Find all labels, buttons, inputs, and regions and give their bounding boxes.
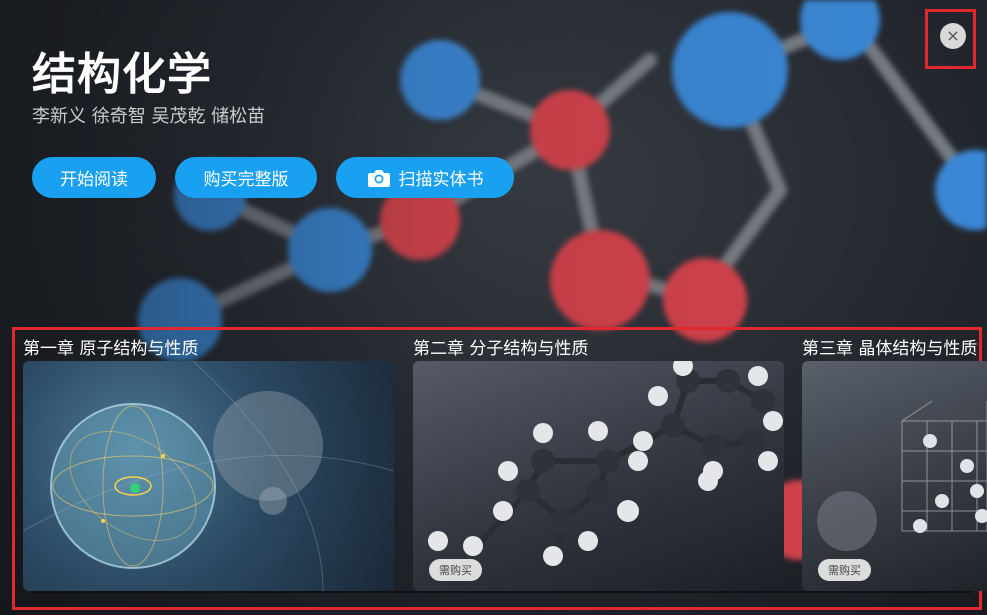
chapter-title: 第二章 分子结构与性质 [413, 339, 589, 359]
book-title: 结构化学 [32, 49, 212, 100]
start-reading-button[interactable]: 开始阅读 [32, 157, 156, 198]
atom-illustration [23, 361, 394, 591]
purchase-required-badge[interactable]: 需购买 [818, 559, 871, 581]
chapter-title: 第一章 原子结构与性质 [23, 339, 199, 359]
chapter-item-2[interactable]: 第二章 分子结构与性质 需购买 [413, 334, 784, 591]
crystal-illustration [817, 400, 987, 551]
chapter-item-1[interactable]: 第一章 原子结构与性质 [23, 334, 394, 591]
chapter-cover[interactable]: 需购买 [413, 361, 784, 591]
buy-full-version-label: 购买完整版 [203, 170, 289, 190]
camera-icon [367, 168, 391, 188]
close-button[interactable]: × [940, 23, 966, 49]
chapter-item-3[interactable]: 第三章 晶体结构与性质 需购买 [802, 334, 987, 591]
buy-full-version-button[interactable]: 购买完整版 [175, 157, 317, 198]
scan-physical-book-label: 扫描实体书 [398, 170, 484, 190]
purchase-required-badge[interactable]: 需购买 [429, 559, 482, 581]
start-reading-label: 开始阅读 [60, 170, 128, 190]
close-icon: × [946, 26, 960, 45]
chapter-title: 第三章 晶体结构与性质 [802, 339, 978, 359]
scan-physical-book-button[interactable]: 扫描实体书 [336, 157, 514, 198]
chapter-cover[interactable] [23, 361, 394, 591]
chapters-scrollbar[interactable] [32, 591, 972, 593]
chapter-cover[interactable]: 需购买 [802, 361, 987, 591]
book-authors: 李新义 徐奇智 吴茂乾 储松苗 [32, 106, 266, 127]
molecule-illustration [428, 361, 783, 567]
